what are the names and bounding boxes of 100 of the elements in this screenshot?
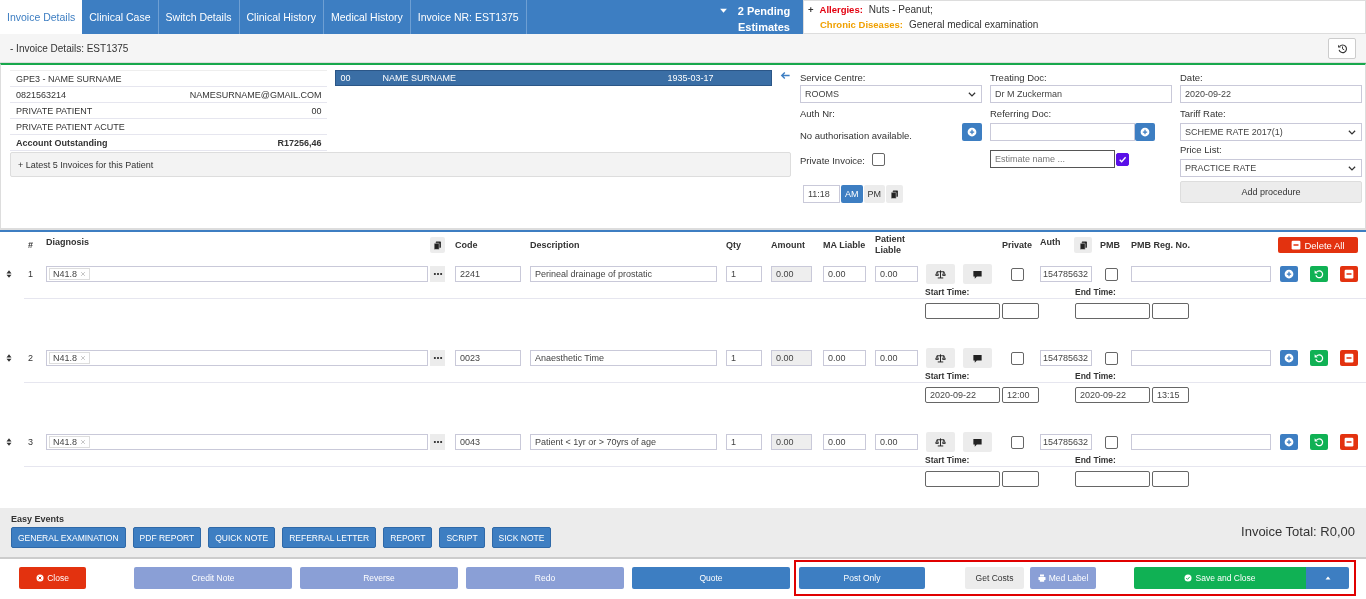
end-date-field[interactable] — [1075, 471, 1150, 487]
amount-field[interactable]: 0.00 — [771, 350, 812, 366]
patient-liable-field[interactable]: 0.00 — [875, 434, 918, 450]
description-field[interactable]: Patient < 1yr or > 70yrs of age — [530, 434, 717, 450]
copy-button[interactable] — [430, 237, 445, 253]
more-button[interactable] — [430, 266, 445, 282]
ma-liable-field[interactable]: 0.00 — [823, 434, 866, 450]
auth-field[interactable]: 154785632 — [1040, 434, 1092, 450]
period-toggle[interactable]: AM — [841, 185, 863, 203]
private-checkbox[interactable] — [1010, 267, 1024, 281]
more-button[interactable] — [430, 350, 445, 366]
sort-icon[interactable] — [4, 437, 14, 447]
latest-invoices-toggle[interactable]: + Latest 5 Invoices for this Patient — [10, 152, 791, 177]
start-date-field[interactable] — [925, 303, 1000, 319]
comment-button[interactable] — [963, 264, 992, 284]
code-field[interactable]: 2241 — [455, 266, 521, 282]
add-line-button[interactable] — [1280, 266, 1298, 282]
event-button[interactable]: PDF REPORT — [132, 527, 202, 548]
diagnosis-tag[interactable]: N41.8 — [49, 352, 91, 364]
diagnosis-field[interactable]: N41.8 — [46, 350, 428, 366]
more-button[interactable] — [430, 434, 445, 450]
end-time-field[interactable]: 13:15 — [1152, 387, 1189, 403]
event-button[interactable]: GENERAL EXAMINATION — [11, 527, 126, 548]
end-date-field[interactable] — [1075, 303, 1150, 319]
history-button[interactable] — [1328, 37, 1356, 59]
sort-icon[interactable] — [4, 353, 14, 363]
diagnosis-tag[interactable]: N41.8 — [49, 268, 91, 280]
diagnosis-field[interactable]: N41.8 — [46, 266, 428, 282]
remove-line-button[interactable] — [1340, 350, 1358, 366]
estimate-name-field[interactable]: Estimate name ... — [990, 150, 1115, 168]
pmb-checkbox[interactable] — [1104, 267, 1118, 281]
end-time-field[interactable] — [1152, 303, 1189, 319]
auth-field[interactable]: 154785632 — [1040, 350, 1092, 366]
sort-icon[interactable] — [4, 269, 14, 279]
end-time-field[interactable] — [1152, 471, 1189, 487]
start-time-field[interactable] — [1002, 303, 1039, 319]
referring-doc-field[interactable] — [990, 123, 1135, 141]
start-time-field[interactable]: 12:00 — [1002, 387, 1039, 403]
description-field[interactable]: Anaesthetic Time — [530, 350, 717, 366]
pmb-reg-field[interactable] — [1131, 350, 1271, 366]
diagnosis-tag[interactable]: N41.8 — [49, 436, 91, 448]
patient-liable-field[interactable]: 0.00 — [875, 350, 918, 366]
tariff-button[interactable] — [926, 432, 955, 452]
start-date-field[interactable] — [925, 471, 1000, 487]
section-title[interactable]: - Invoice Details: EST1375 — [10, 42, 129, 54]
event-button[interactable]: REPORT — [383, 527, 433, 548]
arrow-left-icon[interactable] — [780, 70, 791, 81]
end-date-field[interactable]: 2020-09-22 — [1075, 387, 1150, 403]
expand-toggle[interactable]: + — [808, 3, 814, 17]
add-referring-doc-button[interactable] — [1135, 123, 1155, 141]
reset-button[interactable] — [1310, 434, 1328, 450]
private-checkbox[interactable] — [1010, 351, 1024, 365]
date-field[interactable]: 2020-09-22 — [1180, 85, 1362, 103]
add-auth-button[interactable] — [962, 123, 982, 141]
start-date-field[interactable]: 2020-09-22 — [925, 387, 1000, 403]
delete-all-button[interactable]: Delete All — [1278, 237, 1358, 253]
qty-field[interactable]: 1 — [726, 350, 762, 366]
add-line-button[interactable] — [1280, 350, 1298, 366]
private-invoice-checkbox[interactable] — [871, 152, 885, 166]
time-field[interactable]: 11:18 — [803, 185, 840, 203]
action-button[interactable]: Post Only — [799, 566, 925, 589]
member-row[interactable]: 00 NAME SURNAME 1935-03-17 — [335, 70, 772, 86]
pending-estimates-toggle[interactable]: 2 Pending Estimates — [719, 0, 803, 34]
action-button[interactable]: Quote — [632, 566, 790, 589]
get-costs-button[interactable]: Get Costs — [965, 566, 1024, 589]
reset-button[interactable] — [1310, 350, 1328, 366]
copy-button[interactable] — [886, 185, 903, 203]
dropdown-toggle[interactable] — [1306, 566, 1349, 589]
diagnosis-field[interactable]: N41.8 — [46, 434, 428, 450]
tab[interactable]: Invoice Details — [0, 0, 83, 34]
add-procedure-button[interactable]: Add procedure — [1180, 181, 1362, 203]
close-button[interactable]: Close — [19, 566, 86, 589]
estimate-checkbox[interactable] — [1116, 152, 1129, 166]
code-field[interactable]: 0043 — [455, 434, 521, 450]
event-button[interactable]: QUICK NOTE — [208, 527, 276, 548]
amount-field[interactable]: 0.00 — [771, 266, 812, 282]
ma-liable-field[interactable]: 0.00 — [823, 266, 866, 282]
qty-field[interactable]: 1 — [726, 266, 762, 282]
pmb-checkbox[interactable] — [1104, 351, 1118, 365]
amount-field[interactable]: 0.00 — [771, 434, 812, 450]
code-field[interactable]: 0023 — [455, 350, 521, 366]
event-button[interactable]: REFERRAL LETTER — [282, 527, 377, 548]
pmb-reg-field[interactable] — [1131, 266, 1271, 282]
reset-button[interactable] — [1310, 266, 1328, 282]
remove-line-button[interactable] — [1340, 434, 1358, 450]
tariff-button[interactable] — [926, 264, 955, 284]
comment-button[interactable] — [963, 432, 992, 452]
price-list-select[interactable]: PRACTICE RATE — [1180, 159, 1362, 177]
patient-liable-field[interactable]: 0.00 — [875, 266, 918, 282]
start-time-field[interactable] — [1002, 471, 1039, 487]
event-button[interactable]: SCRIPT — [439, 527, 485, 548]
pmb-reg-field[interactable] — [1131, 434, 1271, 450]
remove-line-button[interactable] — [1340, 266, 1358, 282]
event-button[interactable]: SICK NOTE — [491, 527, 552, 548]
description-field[interactable]: Perineal drainage of prostatic — [530, 266, 717, 282]
period-toggle[interactable]: PM — [863, 185, 885, 203]
service-centre-select[interactable]: ROOMS — [800, 85, 982, 103]
copy-button[interactable] — [1074, 237, 1092, 253]
pmb-checkbox[interactable] — [1104, 435, 1118, 449]
tariff-button[interactable] — [926, 348, 955, 368]
